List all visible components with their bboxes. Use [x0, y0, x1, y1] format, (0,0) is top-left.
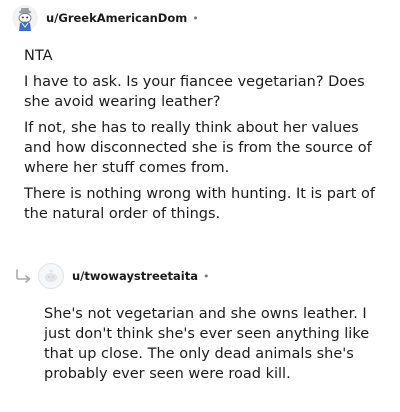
comment-paragraph: I have to ask. Is your fiancee vegetaria…	[24, 74, 365, 110]
separator-dot: •	[192, 11, 199, 25]
snoo-avatar-icon[interactable]	[12, 5, 38, 31]
comment-paragraph: She's not vegetarian and she owns leathe…	[44, 306, 370, 382]
reply-arrow-icon	[14, 268, 34, 284]
separator-dot: •	[203, 269, 210, 283]
comment-author[interactable]: u/GreekAmericanDom	[46, 11, 187, 25]
comment-paragraph: If not, she has to really think about he…	[24, 120, 372, 176]
comment-body: NTA I have to ask. Is your fiancee veget…	[24, 46, 384, 230]
default-avatar-icon[interactable]	[38, 263, 64, 289]
comment-body: She's not vegetarian and she owns leathe…	[44, 304, 384, 390]
comment-paragraph: There is nothing wrong with hunting. It …	[24, 186, 376, 222]
comment-author[interactable]: u/twowaystreetaita	[72, 269, 198, 283]
comment-header: u/GreekAmericanDom •	[12, 3, 199, 33]
comment-paragraph: NTA	[24, 48, 53, 64]
comment-header: u/twowaystreetaita •	[14, 261, 210, 291]
